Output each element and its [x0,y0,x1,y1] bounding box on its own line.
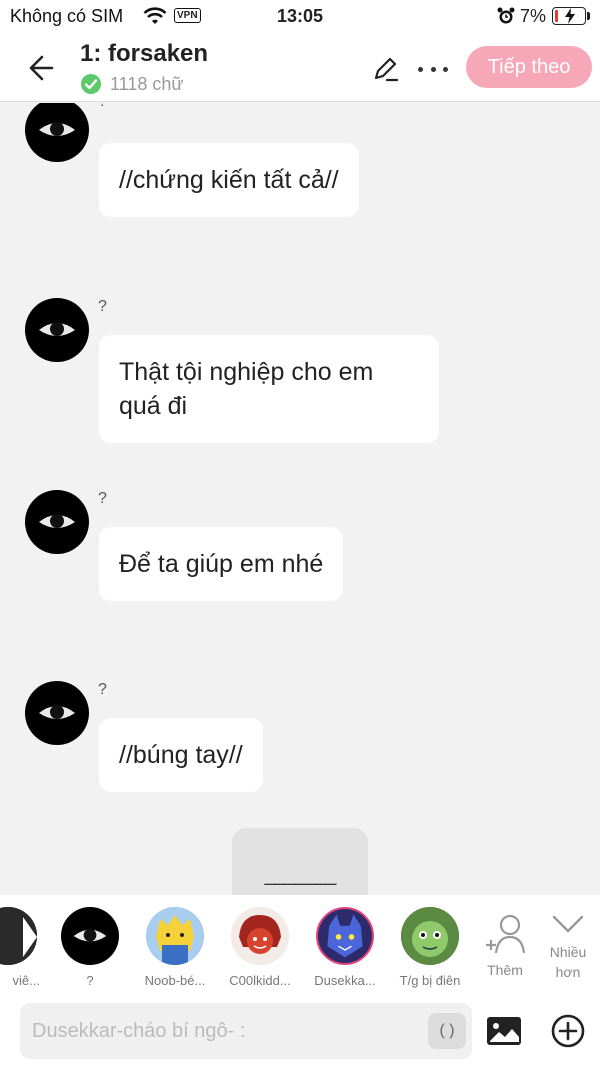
eye-avatar [61,907,119,965]
red-character-avatar [231,907,289,965]
sender-name: ? [98,490,107,507]
divider-card[interactable]: _______ [232,828,368,895]
more-button[interactable] [414,56,452,82]
green-character-avatar [401,907,459,965]
add-button[interactable] [550,1013,586,1049]
status-bar: Không có SIM VPN 13:05 7% [0,0,600,34]
sender-name: ? [98,103,107,111]
character-label: T/g bị điên [399,973,461,988]
message-bubble[interactable]: Để ta giúp em nhé [99,527,344,601]
eye-avatar[interactable] [25,490,89,554]
character-item[interactable]: C00lkidd... [224,907,296,988]
message-bubble[interactable]: Thật tội nghiệp cho em quá đi [99,335,439,443]
message-bubble[interactable]: //chứng kiến tất cả// [99,143,359,217]
eye-avatar[interactable] [25,103,89,162]
word-count-row: 1118 chữ [80,72,183,96]
add-person-icon [486,914,526,954]
yellow-character-avatar [146,907,204,965]
image-button[interactable] [486,1015,522,1047]
message-bubble[interactable]: //búng tay// [99,718,263,792]
more-characters-button[interactable]: Nhiều hơn [536,913,600,982]
character-item[interactable]: T/g bị điên [394,907,466,988]
character-label: ? [86,973,94,988]
check-circle-icon [81,74,101,94]
character-label: C00lkidd... [229,973,291,988]
plus-circle-icon [551,1014,585,1048]
arrow-left-icon [29,55,54,81]
sender-name: ? [98,298,107,315]
more-horizontal-icon [418,66,423,72]
add-character-label: Thêm [487,962,523,978]
blue-character-avatar [316,907,374,965]
edit-button[interactable] [370,54,400,84]
battery-percent: 7% [520,6,547,26]
add-character-button[interactable]: Thêm [478,913,532,978]
character-bar: viê... ? Noob-bé... C00lkidd... Dusekka.… [0,895,600,995]
input-bar: ( ) [0,995,600,1067]
chat-area[interactable]: ? //chứng kiến tất cả// ? Thật tội nghiệ… [0,103,600,895]
next-button[interactable]: Tiếp theo [466,46,592,88]
character-item[interactable]: Noob-bé... [139,907,211,988]
partial-avatar [0,907,37,965]
back-button[interactable] [22,50,62,86]
page-title: 1: forsaken [80,40,209,67]
battery-icon [552,7,586,25]
app-header: 1: forsaken 1118 chữ Tiếp theo [0,34,600,102]
divider-text: _______ [264,864,337,886]
chevron-down-icon [552,915,584,933]
paren-button[interactable]: ( ) [428,1013,466,1049]
character-item[interactable]: ? [54,907,126,988]
sender-name: ? [98,681,107,698]
character-item[interactable]: Dusekka... [309,907,381,988]
pencil-icon [374,57,399,82]
character-label: viê... [12,973,40,988]
image-icon [487,1017,521,1045]
message-input[interactable] [20,1003,472,1059]
eye-avatar[interactable] [25,681,89,745]
more-characters-label: Nhiều hơn [549,944,587,980]
character-label: Noob-bé... [144,973,206,988]
eye-avatar[interactable] [25,298,89,362]
character-label: Dusekka... [314,973,376,988]
word-count: 1118 chữ [110,73,184,94]
alarm-icon [496,6,516,31]
character-item[interactable]: viê... [0,907,44,988]
